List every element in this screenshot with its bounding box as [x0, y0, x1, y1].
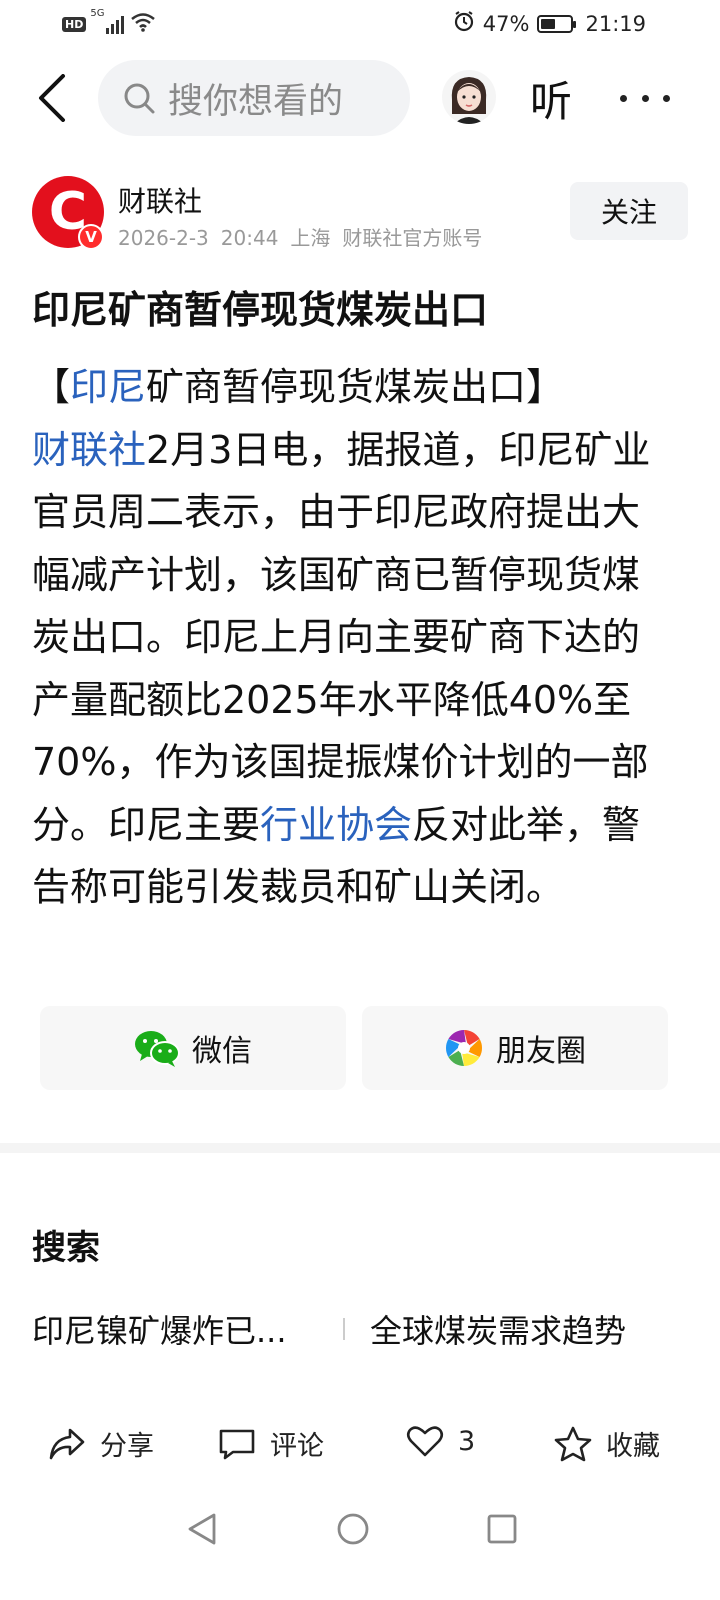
- share-icon: [49, 1428, 85, 1459]
- user-avatar[interactable]: [442, 70, 496, 124]
- favorite-label: 收藏: [606, 1431, 660, 1462]
- hd-icon: HD: [62, 16, 87, 32]
- status-right: 47% 21:19: [453, 10, 646, 37]
- comment-icon: [219, 1429, 255, 1459]
- more-options-button[interactable]: [620, 78, 670, 118]
- search-placeholder: 搜你想看的: [168, 81, 344, 122]
- heart-icon: [406, 1426, 444, 1457]
- comment-button[interactable]: 评论: [218, 1424, 324, 1463]
- dot-icon: [663, 94, 670, 102]
- battery-percent: 47%: [482, 11, 530, 36]
- dot-icon: [620, 94, 627, 102]
- post-date: 2026-2-3: [118, 226, 209, 250]
- star-icon: [554, 1426, 592, 1461]
- headline-bracket: 【: [32, 365, 71, 409]
- circle-home-icon: [337, 1513, 369, 1545]
- nav-home-button[interactable]: [336, 1512, 370, 1550]
- article-title: 印尼矿商暂停现货煤炭出口: [32, 288, 489, 332]
- tag-separator: [343, 1318, 345, 1340]
- verified-badge-icon: V: [78, 224, 104, 250]
- author-name[interactable]: 财联社: [118, 180, 202, 220]
- listen-button[interactable]: 听: [530, 68, 572, 129]
- avatar-icon: [451, 77, 487, 124]
- link-source[interactable]: 财联社: [32, 428, 146, 472]
- author-meta: 2026-2-3 20:44 上海 财联社官方账号: [118, 222, 494, 251]
- share-moments-label: 朋友圈: [496, 1034, 586, 1069]
- alarm-icon: [453, 10, 475, 37]
- signal-icon: 5G: [90, 8, 125, 34]
- share-label: 分享: [100, 1431, 154, 1462]
- section-divider: [0, 1143, 720, 1153]
- search-suggestion[interactable]: 印尼镍矿爆炸已...: [32, 1306, 287, 1352]
- search-suggestion[interactable]: 全球煤炭需求趋势: [370, 1306, 626, 1352]
- body-text-1: 2月3日电，据报道，印尼矿业官员周二表示，由于印尼政府提出大幅减产计划，该国矿商…: [32, 427, 651, 847]
- top-navigation: 搜你想看的 听: [0, 58, 720, 138]
- dot-icon: [641, 94, 649, 102]
- search-section-heading: 搜索: [32, 1228, 100, 1268]
- link-association[interactable]: 行业协会: [260, 803, 412, 847]
- bottom-action-bar: 分享 评论 3 收藏: [0, 1412, 720, 1482]
- account-type: 财联社官方账号: [342, 226, 483, 250]
- like-button[interactable]: 3: [406, 1424, 475, 1458]
- article-body: 【印尼矿商暂停现货煤炭出口】 财联社2月3日电，据报道，印尼矿业官员周二表示，由于…: [32, 356, 672, 919]
- battery-icon: [537, 14, 577, 33]
- share-wechat-button[interactable]: 微信: [40, 1006, 346, 1090]
- search-input[interactable]: 搜你想看的: [98, 60, 410, 136]
- share-moments-button[interactable]: 朋友圈: [362, 1006, 668, 1090]
- headline-rest: 矿商暂停现货煤炭出口】: [146, 365, 565, 409]
- back-button[interactable]: [30, 74, 74, 122]
- network-type: 5G: [90, 8, 105, 19]
- clock: 21:19: [585, 11, 646, 36]
- nav-recents-button[interactable]: [486, 1512, 518, 1550]
- status-left: HD 5G: [62, 8, 156, 36]
- post-time: 20:44: [220, 226, 279, 250]
- wifi-icon: [130, 12, 156, 36]
- moments-icon: [445, 1030, 483, 1066]
- follow-button[interactable]: 关注: [570, 182, 688, 240]
- share-button[interactable]: 分享: [48, 1424, 154, 1463]
- system-navigation-bar: [0, 1500, 720, 1560]
- author-avatar[interactable]: C V: [32, 176, 104, 250]
- chevron-left-icon: [39, 74, 65, 122]
- author-row: C V 财联社 2026-2-3 20:44 上海 财联社官方账号 关注: [32, 176, 688, 256]
- like-count: 3: [458, 1425, 476, 1457]
- wechat-icon: [135, 1031, 180, 1067]
- battery-fill: [541, 18, 555, 29]
- share-wechat-label: 微信: [192, 1034, 252, 1069]
- status-bar: HD 5G 47% 21:19: [0, 0, 720, 48]
- square-recents-icon: [487, 1514, 517, 1544]
- search-icon: [124, 83, 155, 114]
- favorite-button[interactable]: 收藏: [554, 1424, 660, 1463]
- comment-label: 评论: [270, 1431, 324, 1462]
- nav-back-button[interactable]: [186, 1512, 218, 1550]
- post-location: 上海: [290, 226, 331, 250]
- share-row: 微信 朋友圈: [40, 1006, 668, 1090]
- triangle-back-icon: [188, 1513, 216, 1545]
- link-indonesia[interactable]: 印尼: [70, 365, 146, 409]
